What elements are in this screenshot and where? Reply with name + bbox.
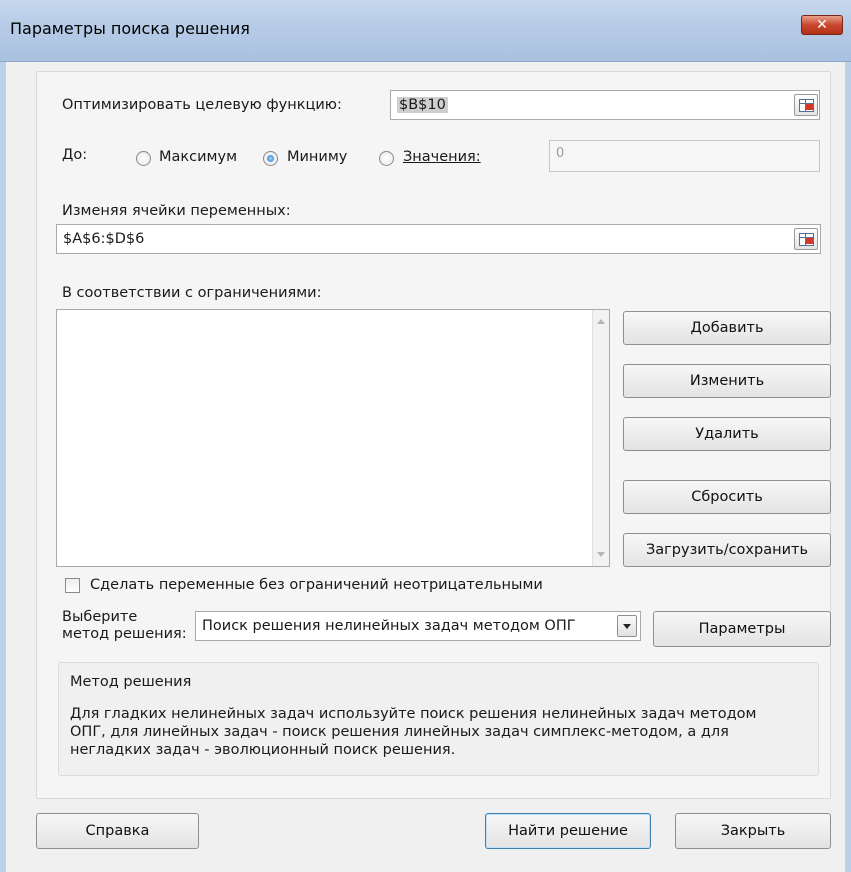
objective-value: $B$10: [397, 97, 448, 113]
solving-method-select[interactable]: Поиск решения нелинейных задач методом О…: [195, 611, 641, 641]
objective-label: Оптимизировать целевую функцию:: [62, 97, 342, 113]
radio-minimum[interactable]: [263, 151, 278, 166]
options-button[interactable]: Параметры: [653, 611, 831, 647]
window-title: Параметры поиска решения: [10, 19, 250, 38]
objective-input[interactable]: $B$10: [390, 90, 820, 120]
delete-constraint-button[interactable]: Удалить: [623, 417, 831, 451]
variables-value: $A$6:$D$6: [63, 231, 145, 247]
radio-value[interactable]: [379, 151, 394, 166]
constraints-label: В соответствии с ограничениями:: [62, 285, 322, 301]
nonnegative-checkbox[interactable]: [65, 578, 80, 593]
to-label: До:: [62, 147, 88, 163]
add-constraint-button[interactable]: Добавить: [623, 311, 831, 345]
target-value: 0: [556, 146, 565, 161]
chevron-down-icon[interactable]: [617, 615, 637, 637]
radio-value-label: Значения:: [403, 149, 481, 165]
objective-range-picker-button[interactable]: [794, 94, 818, 116]
reset-all-button[interactable]: Сбросить: [623, 480, 831, 514]
method-description-line1: Для гладких нелинейных задач используйте…: [70, 706, 757, 722]
radio-minimum-label: Миниму: [287, 149, 348, 165]
target-value-input[interactable]: 0: [549, 140, 820, 172]
method-label-line2: метод решения:: [62, 626, 187, 642]
constraints-scrollbar[interactable]: [592, 310, 609, 566]
window-frame-right: [845, 62, 851, 872]
variables-input[interactable]: $A$6:$D$6: [56, 224, 821, 254]
radio-maximum[interactable]: [136, 151, 151, 166]
radio-maximum-label: Максимум: [159, 149, 238, 165]
change-constraint-button[interactable]: Изменить: [623, 364, 831, 398]
load-save-button[interactable]: Загрузить/сохранить: [623, 533, 831, 567]
constraints-list[interactable]: [56, 309, 610, 567]
method-description-box: Метод решения Для гладких нелинейных зад…: [58, 662, 819, 776]
help-button[interactable]: Справка: [36, 813, 199, 849]
scroll-down-icon[interactable]: [597, 552, 605, 557]
method-description-line2: ОПГ, для линейных задач - поиск решения …: [70, 724, 729, 740]
title-bar: Параметры поиска решения ✕: [0, 0, 851, 62]
variables-range-picker-button[interactable]: [794, 228, 818, 250]
close-dialog-button[interactable]: Закрыть: [675, 813, 831, 849]
close-button[interactable]: ✕: [801, 15, 843, 35]
variables-label: Изменяя ячейки переменных:: [62, 203, 291, 219]
method-heading: Метод решения: [70, 674, 192, 690]
close-icon: ✕: [816, 17, 828, 33]
solve-button[interactable]: Найти решение: [485, 813, 651, 849]
method-description-line3: негладких задач - эволюционный поиск реш…: [70, 742, 456, 758]
method-label-line1: Выберите: [62, 609, 138, 625]
scroll-up-icon[interactable]: [597, 319, 605, 324]
solving-method-value: Поиск решения нелинейных задач методом О…: [202, 618, 576, 634]
nonnegative-label: Сделать переменные без ограничений неотр…: [90, 577, 543, 593]
